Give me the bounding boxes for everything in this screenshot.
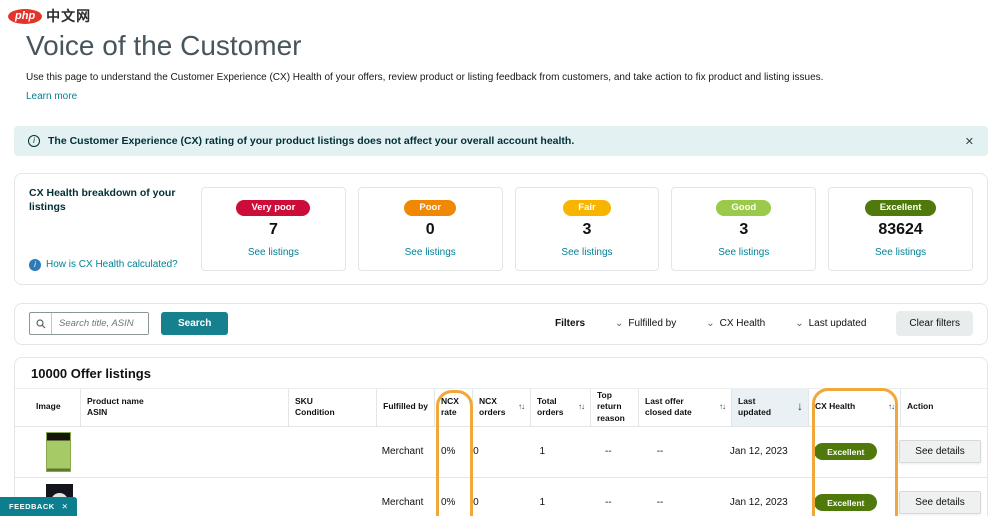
see-listings-link[interactable]: See listings (718, 247, 769, 258)
see-details-button[interactable]: See details (899, 440, 981, 463)
last-updated-cell: Jan 12, 2023 (724, 497, 800, 508)
banner-text: The Customer Experience (CX) rating of y… (48, 135, 574, 147)
info-icon: i (28, 135, 40, 147)
last-offer-closed-cell: -- (632, 446, 724, 457)
page-description: Use this page to understand the Customer… (26, 72, 1002, 83)
clear-filters-button[interactable]: Clear filters (896, 311, 973, 336)
feedback-button[interactable]: FEEDBACK ✕ (0, 497, 77, 516)
site-logo: php 中文网 (8, 6, 1002, 26)
status-badge: Very poor (236, 200, 310, 216)
card-excellent[interactable]: Excellent 83624 See listings (828, 187, 973, 271)
table-row: Merchant 0% 0 1 -- -- Jan 12, 2023 Excel… (15, 477, 987, 516)
see-listings-link[interactable]: See listings (248, 247, 299, 258)
fulfilled-by-cell: Merchant (372, 446, 429, 457)
chevron-down-icon: ⌄ (706, 319, 714, 329)
listing-count: 3 (678, 221, 809, 239)
breakdown-cards: Very poor 7 See listings Poor 0 See list… (201, 187, 973, 271)
card-good[interactable]: Good 3 See listings (671, 187, 816, 271)
last-updated-dropdown[interactable]: ⌄ Last updated (795, 318, 866, 329)
column-header-top-return-reason: Top returnreason (590, 389, 638, 426)
table-title: 10000 Offer listings (15, 358, 987, 388)
column-header-ncx-orders[interactable]: NCXorders ↑↓ (472, 389, 530, 426)
sort-desc-icon[interactable]: ↓ (797, 399, 802, 415)
total-orders-cell: 1 (524, 446, 584, 457)
chevron-down-icon: ⌄ (795, 319, 803, 329)
column-header-last-offer-closed-date[interactable]: Last offerclosed date ↑↓ (638, 389, 731, 426)
sort-icon[interactable]: ↑↓ (888, 402, 894, 412)
top-return-reason-cell: -- (584, 446, 632, 457)
ncx-rate-cell: 0% (429, 497, 467, 508)
column-header-last-updated[interactable]: Lastupdated ↓ (731, 389, 808, 426)
search-filter-toolbar: Search Filters ⌄ Fulfilled by ⌄ CX Healt… (14, 303, 988, 345)
page-title: Voice of the Customer (26, 30, 1002, 62)
filters-area: Filters ⌄ Fulfilled by ⌄ CX Health ⌄ Las… (555, 311, 973, 336)
status-badge: Poor (404, 200, 456, 216)
search-button[interactable]: Search (161, 312, 228, 335)
dropdown-label: Fulfilled by (628, 318, 676, 329)
cx-health-badge: Excellent (814, 443, 877, 460)
search-group (29, 312, 149, 335)
close-icon[interactable]: ✕ (62, 502, 69, 511)
column-header-cx-health[interactable]: CX Health ↑↓ (808, 389, 900, 426)
listing-count: 3 (522, 221, 653, 239)
column-header-fulfilled-by: Fulfilled by (376, 389, 434, 426)
sort-icon[interactable]: ↑↓ (518, 402, 524, 412)
ncx-orders-cell: 0 (467, 446, 524, 457)
fulfilled-by-dropdown[interactable]: ⌄ Fulfilled by (615, 318, 676, 329)
help-link-label: How is CX Health calculated? (46, 259, 178, 270)
status-badge: Fair (563, 200, 610, 216)
column-header-action: Action (900, 389, 987, 426)
top-return-reason-cell: -- (584, 497, 632, 508)
offer-listings-table: 10000 Offer listings Image Product nameA… (14, 357, 988, 516)
listing-count: 83624 (835, 221, 966, 239)
listing-count: 0 (365, 221, 496, 239)
column-header-sku: SKUCondition (288, 389, 376, 426)
fulfilled-by-cell: Merchant (372, 497, 429, 508)
table-header-row: Image Product nameASIN SKUCondition Fulf… (15, 388, 987, 426)
total-orders-cell: 1 (524, 497, 584, 508)
status-badge: Good (716, 200, 771, 216)
column-header-product-name[interactable]: Product nameASIN (80, 389, 288, 426)
card-poor[interactable]: Poor 0 See listings (358, 187, 503, 271)
product-thumbnail[interactable] (46, 432, 71, 472)
page-header: php 中文网 Voice of the Customer Use this p… (0, 0, 1002, 104)
sort-icon[interactable]: ↑↓ (578, 402, 584, 412)
table-row: Merchant 0% 0 1 -- -- Jan 12, 2023 Excel… (15, 426, 987, 477)
column-header-image: Image (30, 389, 80, 426)
search-input[interactable] (52, 313, 148, 334)
card-very-poor[interactable]: Very poor 7 See listings (201, 187, 346, 271)
dropdown-label: Last updated (809, 318, 867, 329)
column-header-ncx-rate: NCXrate (434, 389, 472, 426)
ncx-rate-cell: 0% (429, 446, 467, 457)
close-icon[interactable]: ✕ (965, 135, 974, 148)
cx-health-dropdown[interactable]: ⌄ CX Health (706, 318, 765, 329)
feedback-label: FEEDBACK (9, 502, 55, 511)
php-logo-icon: php (8, 9, 42, 24)
cx-health-badge: Excellent (814, 494, 877, 511)
logo-text: 中文网 (46, 6, 91, 26)
see-listings-link[interactable]: See listings (875, 247, 926, 258)
sort-icon[interactable]: ↑↓ (719, 402, 725, 412)
see-listings-link[interactable]: See listings (561, 247, 612, 258)
card-fair[interactable]: Fair 3 See listings (515, 187, 660, 271)
see-details-button[interactable]: See details (899, 491, 981, 514)
chevron-down-icon: ⌄ (615, 319, 623, 329)
breakdown-left-panel: CX Health breakdown of your listings i H… (29, 187, 187, 271)
see-listings-link[interactable]: See listings (405, 247, 456, 258)
ncx-orders-cell: 0 (467, 497, 524, 508)
last-offer-closed-cell: -- (632, 497, 724, 508)
info-banner: i The Customer Experience (CX) rating of… (14, 126, 988, 156)
status-badge: Excellent (865, 200, 937, 216)
search-icon (30, 313, 52, 334)
dropdown-label: CX Health (720, 318, 766, 329)
filters-label: Filters (555, 318, 585, 329)
breakdown-label: CX Health breakdown of your listings (29, 187, 187, 214)
column-header-total-orders[interactable]: Totalorders ↑↓ (530, 389, 590, 426)
learn-more-link[interactable]: Learn more (26, 91, 77, 102)
listing-count: 7 (208, 221, 339, 239)
cx-health-help-link[interactable]: i How is CX Health calculated? (29, 259, 187, 271)
info-icon: i (29, 259, 41, 271)
last-updated-cell: Jan 12, 2023 (724, 446, 800, 457)
cx-health-breakdown-section: CX Health breakdown of your listings i H… (14, 173, 988, 285)
